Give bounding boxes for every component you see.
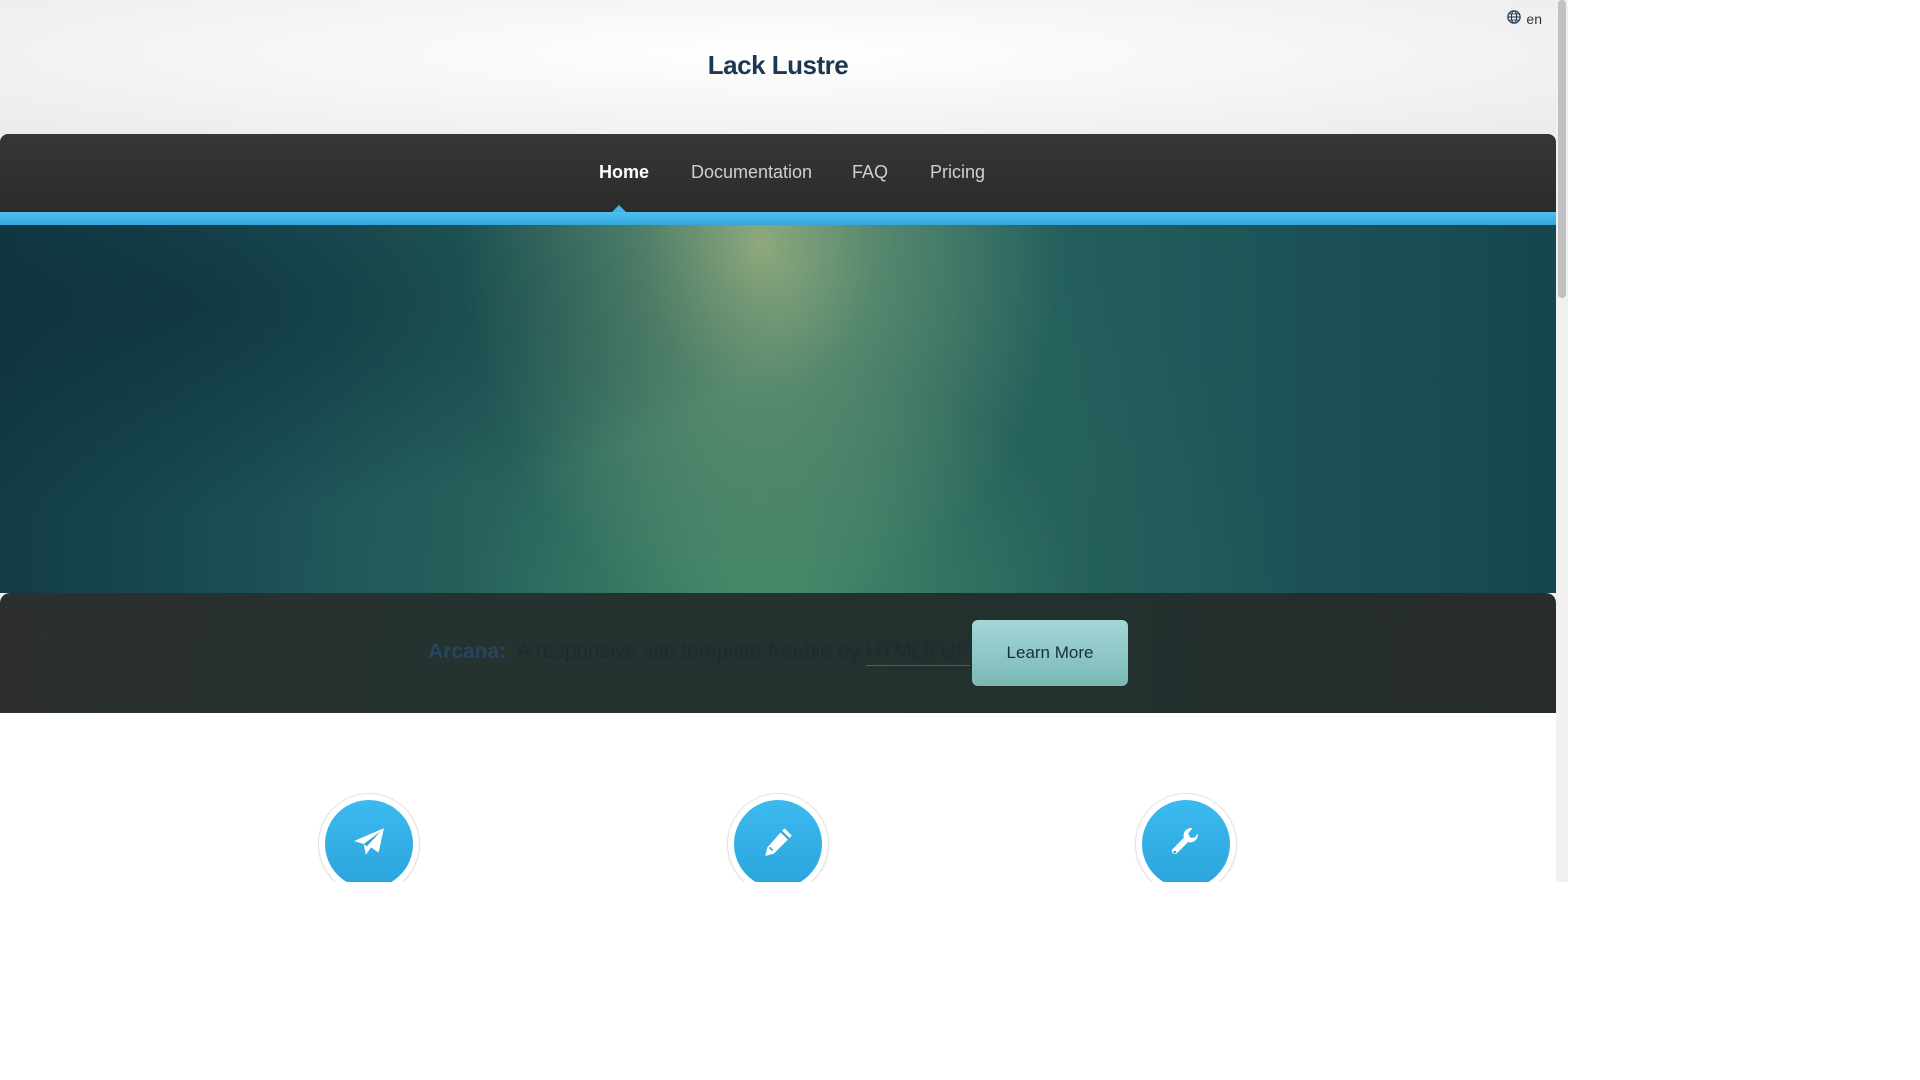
- language-selector[interactable]: en: [1507, 10, 1542, 27]
- active-nav-indicator: [612, 205, 626, 212]
- main-nav: Home Documentation FAQ Pricing: [0, 134, 1556, 212]
- language-label: en: [1526, 10, 1542, 27]
- page-scrollbar[interactable]: [1556, 0, 1568, 882]
- banner-description: A responsive site template freebie by: [516, 640, 861, 663]
- nav-item-documentation[interactable]: Documentation: [691, 162, 812, 183]
- html5up-link[interactable]: HTML5 UP: [865, 640, 970, 666]
- site-header: Lack Lustre en: [0, 0, 1556, 134]
- pencil-icon: [761, 825, 795, 864]
- nav-item-home[interactable]: Home: [599, 162, 649, 183]
- globe-icon: [1507, 10, 1522, 27]
- hero-banner-image: [0, 225, 1556, 593]
- scrollbar-thumb[interactable]: [1558, 0, 1566, 298]
- banner-text: Arcana: A responsive site template freeb…: [428, 640, 970, 666]
- learn-more-button[interactable]: Learn More: [972, 620, 1128, 686]
- nav-accent-bar: [0, 212, 1556, 225]
- site-title[interactable]: Lack Lustre: [0, 50, 1556, 81]
- nav-item-pricing[interactable]: Pricing: [930, 162, 985, 183]
- wrench-icon: [1169, 825, 1203, 864]
- nav-item-faq[interactable]: FAQ: [852, 162, 888, 183]
- page: Lack Lustre en Home Documentation FAQ Pr…: [0, 0, 1556, 882]
- banner-brand: Arcana:: [428, 640, 507, 663]
- paper-plane-icon: [352, 825, 386, 864]
